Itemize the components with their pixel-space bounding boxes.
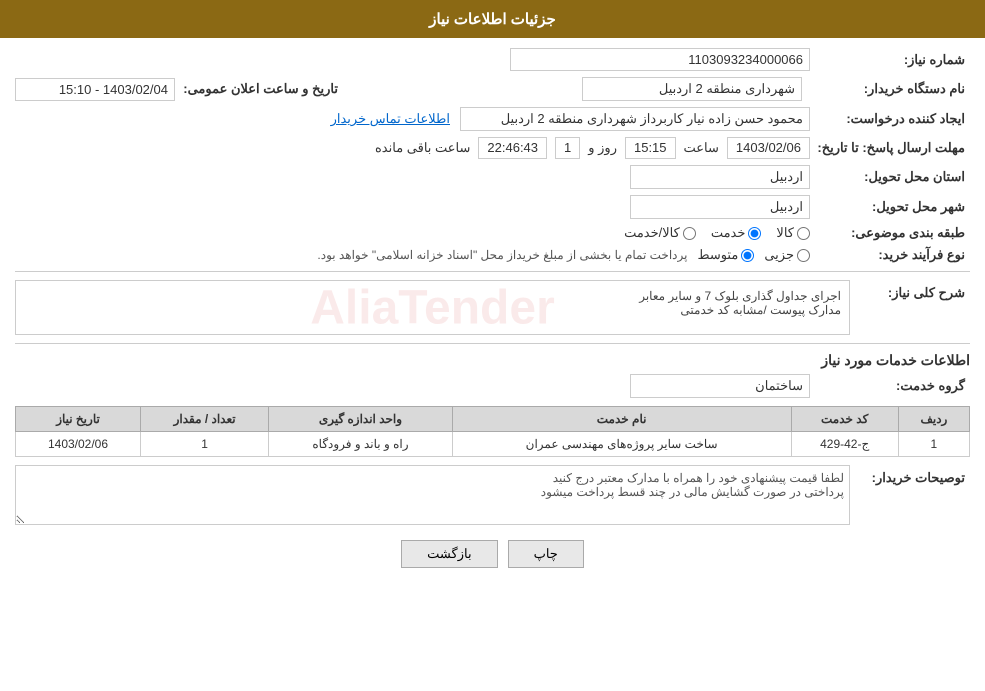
service-group-row: گروه خدمت: ساختمان — [15, 374, 970, 398]
category-option-khedmat[interactable]: خدمت — [711, 225, 762, 241]
description-row: شرح کلی نیاز: اجرای جداول گذاری بلوک 7 و… — [15, 280, 970, 335]
category-khedmat-label: خدمت — [711, 225, 746, 241]
services-table: ردیف کد خدمت نام خدمت واحد اندازه گیری ت… — [15, 406, 970, 457]
notes-row: توصیحات خریدار: — [15, 465, 970, 525]
province-row: استان محل تحویل: اردبیل — [15, 165, 970, 189]
col-date: تاریخ نیاز — [16, 407, 141, 432]
buyer-org-group: نام دستگاه خریدار: شهرداری منطقه 2 اردبی… — [582, 77, 970, 101]
back-button[interactable]: بازگشت — [401, 540, 497, 568]
remaining-time: 22:46:43 — [478, 137, 547, 159]
category-row: طبقه بندی موضوعی: کالا خدمت کالا/خدمت — [15, 225, 970, 241]
creator-value: محمود حسن زاده نیار کاربرداز شهرداری منط… — [460, 107, 810, 131]
cell-qty: 1 — [141, 432, 269, 457]
page-title: جزئیات اطلاعات نیاز — [429, 11, 556, 28]
button-bar: چاپ بازگشت — [15, 540, 970, 568]
announce-date-group: تاریخ و ساعت اعلان عمومی: 1403/02/04 - 1… — [15, 78, 343, 101]
city-label: شهر محل تحویل: — [810, 199, 970, 215]
purchase-jozi-label: جزیی — [764, 247, 794, 263]
category-kala-label: کالا — [776, 225, 794, 241]
col-row: ردیف — [898, 407, 969, 432]
contact-link[interactable]: اطلاعات تماس خریدار — [331, 111, 450, 127]
announce-date-label: تاریخ و ساعت اعلان عمومی: — [183, 81, 343, 97]
deadline-datetime: 1403/02/06 ساعت 15:15 روز و 1 22:46:43 س… — [375, 137, 810, 159]
divider-1 — [15, 271, 970, 272]
announce-date-value: 1403/02/04 - 15:10 — [15, 78, 175, 101]
print-button[interactable]: چاپ — [508, 540, 584, 568]
service-group-value: ساختمان — [630, 374, 810, 398]
creator-label: ایجاد کننده درخواست: — [810, 111, 970, 127]
province-value: اردبیل — [630, 165, 810, 189]
description-label: شرح کلی نیاز: — [850, 280, 970, 301]
response-time: 15:15 — [625, 137, 676, 159]
page-container: جزئیات اطلاعات نیاز شماره نیاز: 11030932… — [0, 0, 985, 691]
divider-2 — [15, 343, 970, 344]
creator-row: ایجاد کننده درخواست: محمود حسن زاده نیار… — [15, 107, 970, 131]
day-label: روز و — [588, 140, 617, 156]
col-qty: تعداد / مقدار — [141, 407, 269, 432]
deadline-label: مهلت ارسال پاسخ: تا تاریخ: — [810, 140, 970, 156]
table-row: 1ج-42-429ساخت سایر پروژه‌های مهندسی عمرا… — [16, 432, 970, 457]
remaining-label: ساعت باقی مانده — [375, 140, 470, 156]
cell-row: 1 — [898, 432, 969, 457]
category-label: طبقه بندی موضوعی: — [810, 225, 970, 241]
notes-label: توصیحات خریدار: — [850, 465, 970, 486]
purchase-motavasset-label: متوسط — [697, 247, 738, 263]
cell-date: 1403/02/06 — [16, 432, 141, 457]
category-option-kala-khedmat[interactable]: کالا/خدمت — [624, 225, 696, 241]
city-row: شهر محل تحویل: اردبیل — [15, 195, 970, 219]
deadline-row: مهلت ارسال پاسخ: تا تاریخ: 1403/02/06 سا… — [15, 137, 970, 159]
cell-unit: راه و باند و فرودگاه — [269, 432, 452, 457]
purchase-type-row: نوع فرآیند خرید: جزیی متوسط پرداخت تمام … — [15, 247, 970, 263]
time-label: ساعت — [684, 140, 719, 156]
description-line2: مدارک پیوست /مشابه کد خدمتی — [24, 303, 841, 317]
col-name: نام خدمت — [452, 407, 791, 432]
need-number-label: شماره نیاز: — [810, 52, 970, 68]
need-number-row: شماره نیاز: 1103093234000066 — [15, 48, 970, 71]
city-value: اردبیل — [630, 195, 810, 219]
category-radio-group: کالا خدمت کالا/خدمت — [624, 225, 810, 241]
purchase-type-info: پرداخت تمام یا بخشی از مبلغ خریداز محل "… — [317, 248, 687, 262]
response-day: 1 — [555, 137, 580, 159]
main-content: شماره نیاز: 1103093234000066 نام دستگاه … — [0, 38, 985, 588]
purchase-type-label: نوع فرآیند خرید: — [810, 247, 970, 263]
col-code: کد خدمت — [791, 407, 898, 432]
buyer-org-label: نام دستگاه خریدار: — [810, 81, 970, 97]
service-group-label: گروه خدمت: — [810, 378, 970, 394]
buyer-org-value: شهرداری منطقه 2 اردبیل — [582, 77, 802, 101]
purchase-type-group: جزیی متوسط پرداخت تمام یا بخشی از مبلغ خ… — [317, 247, 810, 263]
purchase-motavasset[interactable]: متوسط — [697, 247, 754, 263]
cell-code: ج-42-429 — [791, 432, 898, 457]
col-unit: واحد اندازه گیری — [269, 407, 452, 432]
services-title: اطلاعات خدمات مورد نیاز — [15, 352, 970, 369]
cell-name: ساخت سایر پروژه‌های مهندسی عمران — [452, 432, 791, 457]
category-both-label: کالا/خدمت — [624, 225, 680, 241]
response-date: 1403/02/06 — [727, 137, 810, 159]
description-line1: اجرای جداول گذاری بلوک 7 و سایر معابر — [24, 289, 841, 303]
buyer-org-announce-row: نام دستگاه خریدار: شهرداری منطقه 2 اردبی… — [15, 77, 970, 101]
purchase-jozi[interactable]: جزیی — [764, 247, 810, 263]
page-header: جزئیات اطلاعات نیاز — [0, 0, 985, 38]
category-option-kala[interactable]: کالا — [776, 225, 810, 241]
province-label: استان محل تحویل: — [810, 169, 970, 185]
notes-textarea[interactable] — [15, 465, 850, 525]
need-number-value: 1103093234000066 — [510, 48, 810, 71]
table-header-row: ردیف کد خدمت نام خدمت واحد اندازه گیری ت… — [16, 407, 970, 432]
description-box: اجرای جداول گذاری بلوک 7 و سایر معابر مد… — [15, 280, 850, 335]
